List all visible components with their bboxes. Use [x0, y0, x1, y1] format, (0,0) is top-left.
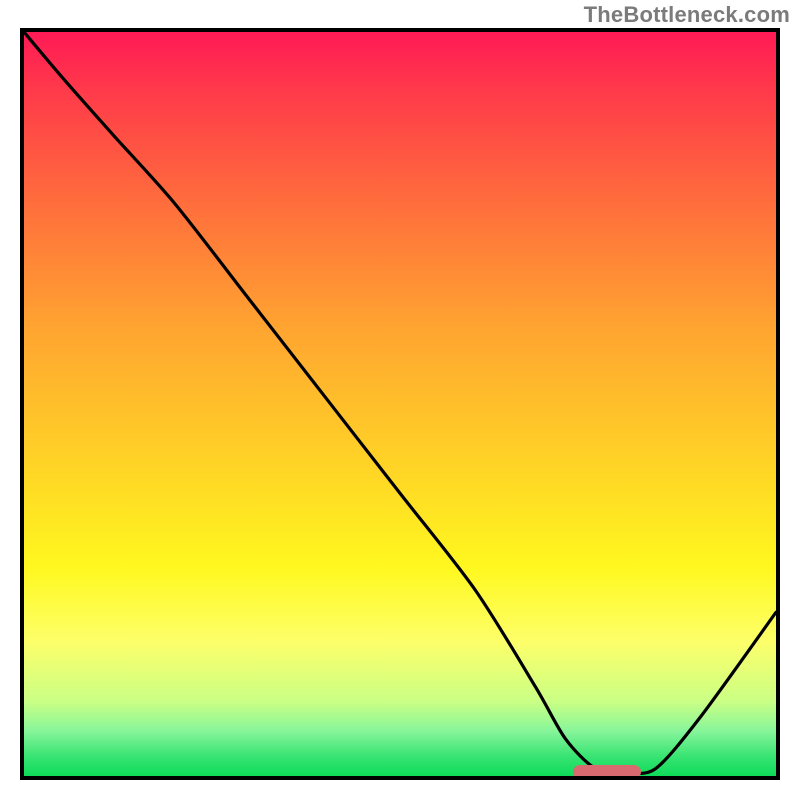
chart-minimum-marker	[573, 765, 641, 779]
chart-line-series	[24, 32, 776, 776]
chart-plot-area	[20, 28, 780, 780]
watermark-text: TheBottleneck.com	[584, 2, 790, 28]
